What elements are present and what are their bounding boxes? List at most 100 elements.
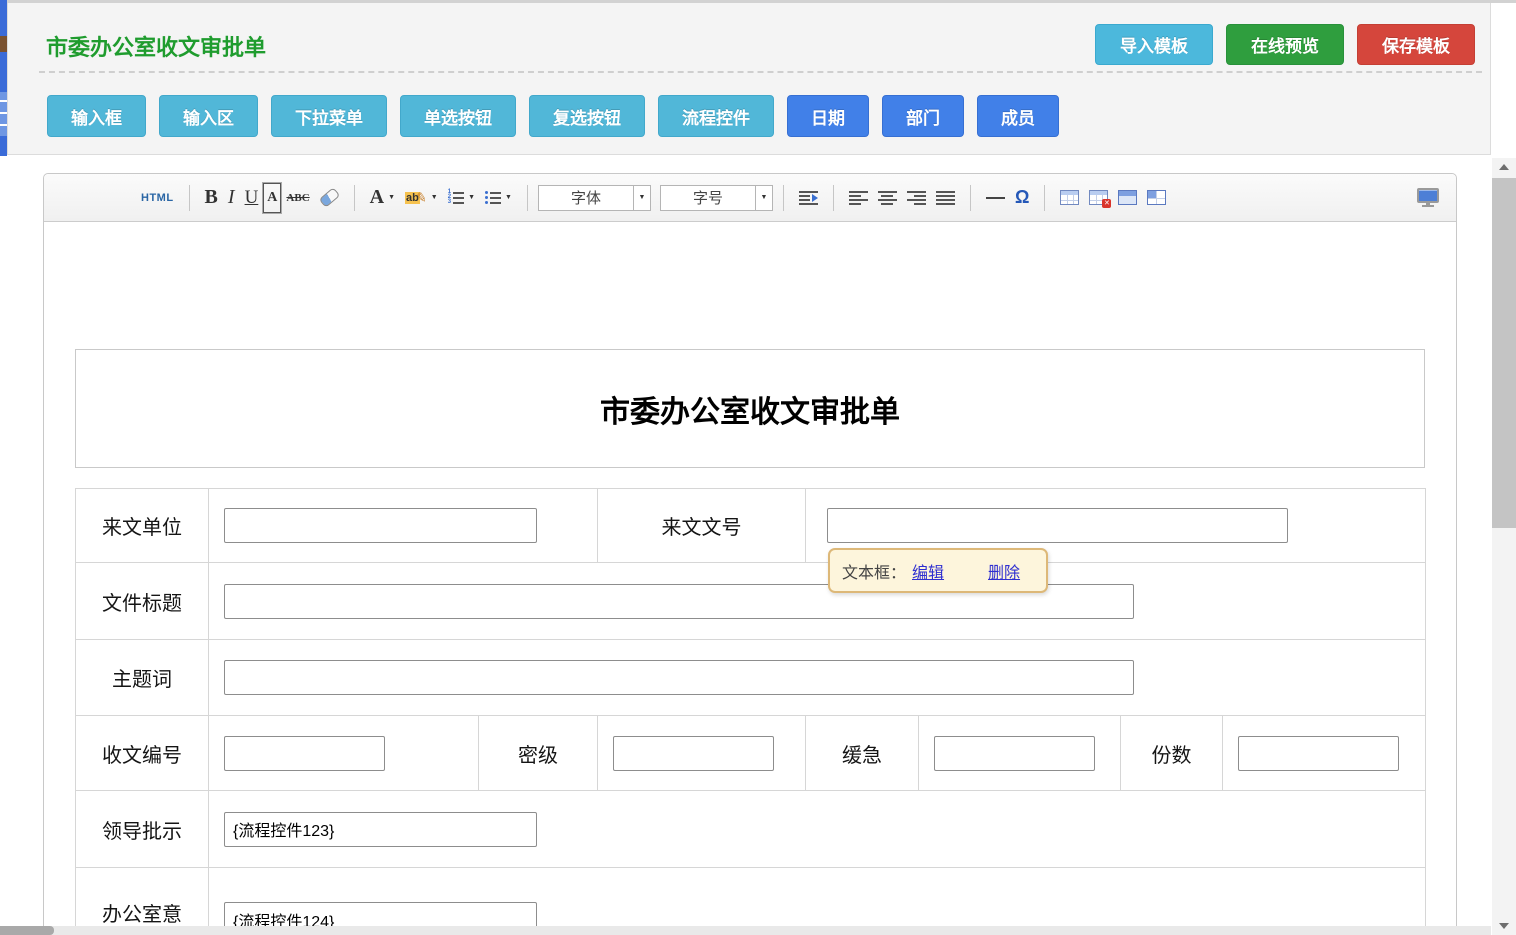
align-right-icon [907, 189, 926, 207]
toolbar-separator [354, 185, 355, 211]
align-justify-button[interactable] [931, 183, 960, 213]
vertical-scrollbar-thumb[interactable] [1492, 178, 1516, 528]
align-right-button[interactable] [902, 183, 931, 213]
table-row: 主题词 [76, 640, 1426, 716]
form-title-block: 市委办公室收文审批单 [75, 349, 1425, 468]
header-panel: 市委办公室收文审批单 导入模板 在线预览 保存模板 输入框 输入区 下拉菜单 单… [7, 3, 1491, 155]
format-block-button[interactable]: A [263, 183, 281, 213]
label-incoming-unit: 来文单位 [76, 489, 209, 563]
align-justify-icon [936, 189, 955, 207]
italic-button[interactable]: I [223, 183, 240, 213]
widget-button-dropdown[interactable]: 下拉菜单 [271, 95, 387, 137]
tooltip-label: 文本框： [842, 559, 906, 583]
rich-text-editor: HTML B I U A ABC A▼ ab✎▼ 123▼ ▼ 字体▼ 字号▼ [43, 173, 1457, 935]
table-row: 办公室意 [76, 868, 1426, 935]
bullet-list-button[interactable]: ▼ [480, 183, 517, 213]
label-receipt-no: 收文编号 [76, 716, 209, 791]
background-window-mark [0, 92, 7, 136]
incoming-doc-no-input[interactable] [827, 508, 1288, 543]
scroll-down-arrow[interactable] [1492, 917, 1516, 935]
font-size-select[interactable]: 字号▼ [660, 185, 773, 211]
leader-comments-input[interactable] [224, 812, 537, 847]
eraser-icon [318, 187, 340, 208]
widget-edit-tooltip: 文本框： 编辑 删除 [828, 548, 1048, 593]
editor-content[interactable]: 市委办公室收文审批单 来文单位 来文文号 文件标题 主 [44, 222, 1456, 935]
horizontal-scrollbar[interactable] [0, 926, 1491, 935]
table-properties-icon [1118, 190, 1137, 205]
import-template-button[interactable]: 导入模板 [1095, 24, 1213, 65]
chevron-down-icon: ▼ [505, 194, 512, 201]
label-doc-title: 文件标题 [76, 563, 209, 640]
underline-button[interactable]: U [240, 183, 264, 213]
toolbar-separator [527, 185, 528, 211]
vertical-scrollbar[interactable] [1492, 158, 1516, 935]
chevron-down-icon[interactable]: ▼ [755, 186, 772, 210]
horizontal-rule-button[interactable] [981, 183, 1010, 213]
chevron-down-icon[interactable]: ▼ [633, 186, 650, 210]
label-subject-words: 主题词 [76, 640, 209, 716]
monitor-icon [1417, 188, 1439, 207]
indent-icon [799, 191, 818, 205]
online-preview-button[interactable]: 在线预览 [1226, 24, 1344, 65]
cell-properties-icon [1147, 190, 1166, 205]
edit-link[interactable]: 编辑 [912, 559, 944, 583]
widget-button-date[interactable]: 日期 [787, 95, 869, 137]
align-left-button[interactable] [844, 183, 873, 213]
save-template-button[interactable]: 保存模板 [1357, 24, 1475, 65]
align-left-icon [849, 189, 868, 207]
horizontal-scrollbar-thumb[interactable] [0, 926, 54, 935]
label-office-opinion: 办公室意 [76, 868, 209, 935]
html-source-button[interactable]: HTML [136, 183, 179, 213]
numbered-list-icon: 123 [448, 189, 464, 207]
toolbar-separator [189, 185, 190, 211]
page-title: 市委办公室收文审批单 [46, 30, 266, 62]
bold-button[interactable]: B [200, 183, 223, 213]
font-color-button[interactable]: A▼ [365, 183, 400, 213]
indent-button[interactable] [794, 183, 823, 213]
widget-button-member[interactable]: 成员 [977, 95, 1059, 137]
bullet-list-icon [485, 189, 501, 207]
receipt-no-input[interactable] [224, 736, 385, 771]
insert-table-button[interactable] [1055, 183, 1084, 213]
dashed-divider [39, 71, 1482, 73]
widget-button-checkbox[interactable]: 复选按钮 [529, 95, 645, 137]
toolbar-separator [1044, 185, 1045, 211]
table-row: 来文单位 来文文号 [76, 489, 1426, 563]
table-row: 领导批示 [76, 791, 1426, 868]
ordered-list-button[interactable]: 123▼ [443, 183, 480, 213]
secrecy-input[interactable] [613, 736, 774, 771]
background-window-mark [0, 36, 7, 52]
fullscreen-button[interactable] [1412, 183, 1444, 213]
highlight-color-button[interactable]: ab✎▼ [400, 183, 443, 213]
widget-button-textarea[interactable]: 输入区 [159, 95, 258, 137]
font-family-select[interactable]: 字体▼ [538, 185, 651, 211]
chevron-down-icon: ▼ [388, 194, 395, 201]
horizontal-rule-icon [986, 197, 1005, 199]
table-properties-button[interactable] [1113, 183, 1142, 213]
delete-link[interactable]: 删除 [988, 559, 1020, 583]
remove-format-button[interactable] [315, 183, 344, 213]
special-char-button[interactable]: Ω [1010, 183, 1034, 213]
label-incoming-doc-no: 来文文号 [598, 489, 806, 563]
triangle-up-icon [1499, 164, 1509, 170]
highlight-icon: ab✎ [405, 190, 427, 206]
copies-input[interactable] [1238, 736, 1399, 771]
toolbar-separator [783, 185, 784, 211]
widget-button-flow-control[interactable]: 流程控件 [658, 95, 774, 137]
widget-button-department[interactable]: 部门 [882, 95, 964, 137]
incoming-unit-input[interactable] [224, 508, 537, 543]
label-urgency: 缓急 [806, 716, 919, 791]
delete-table-button[interactable] [1084, 183, 1113, 213]
background-window-edge [0, 0, 7, 156]
scroll-up-arrow[interactable] [1492, 158, 1516, 176]
widget-button-radio[interactable]: 单选按钮 [400, 95, 516, 137]
widget-button-input-box[interactable]: 输入框 [47, 95, 146, 137]
strikethrough-button[interactable]: ABC [281, 183, 314, 213]
label-leader-comments: 领导批示 [76, 791, 209, 868]
subject-words-input[interactable] [224, 660, 1134, 695]
align-center-button[interactable] [873, 183, 902, 213]
toolbar-separator [970, 185, 971, 211]
urgency-input[interactable] [934, 736, 1095, 771]
table-row: 收文编号 密级 缓急 份数 [76, 716, 1426, 791]
cell-properties-button[interactable] [1142, 183, 1171, 213]
